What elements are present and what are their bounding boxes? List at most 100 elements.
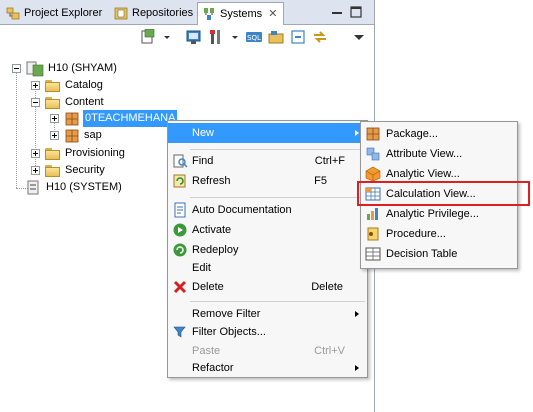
menu-item-label: Decision Table	[386, 248, 458, 260]
tree-node-label: sap	[84, 129, 102, 141]
tab-label: Systems	[220, 8, 263, 20]
chevron-right-icon	[355, 130, 359, 136]
collapse-toggle[interactable]	[31, 98, 40, 107]
submenu-item-analytic-privilege[interactable]: Analytic Privilege...	[361, 204, 517, 224]
expand-toggle[interactable]	[31, 166, 40, 175]
analytic-view-icon	[365, 166, 381, 182]
tree-node-root[interactable]: H10 (SHYAM)	[12, 60, 117, 77]
tab-label: Project Explorer	[24, 7, 103, 19]
submenu-item-procedure[interactable]: Procedure...	[361, 224, 517, 244]
menu-item-edit[interactable]: Edit	[168, 258, 367, 278]
menu-item-label: Refactor	[192, 362, 234, 374]
menu-item-remove-filter[interactable]: Remove Filter	[168, 304, 367, 324]
menu-item-shortcut: Ctrl+F	[314, 155, 345, 167]
tree-node-label: Catalog	[65, 79, 103, 91]
menu-item-label: Procedure...	[386, 228, 446, 240]
annotation-highlight-box	[357, 181, 530, 206]
tab-systems[interactable]: Systems ✕	[197, 2, 285, 25]
tree-node-security[interactable]: Security	[31, 162, 105, 179]
filter-icon	[173, 326, 186, 338]
delete-icon	[173, 280, 187, 294]
decision-table-icon	[365, 247, 381, 261]
menu-item-label: New	[192, 127, 215, 139]
menu-item-label: Auto Documentation	[192, 204, 292, 216]
chevron-right-icon	[355, 311, 359, 317]
tree-node-label: Provisioning	[65, 147, 125, 159]
expand-toggle[interactable]	[31, 149, 40, 158]
documentation-icon	[174, 202, 186, 218]
sql-icon[interactable]: SQL	[246, 29, 262, 45]
menu-item-shortcut: Delete	[311, 281, 343, 293]
tree-node-label: Security	[65, 164, 105, 176]
folder-icon	[45, 147, 61, 160]
menu-item-filter-objects[interactable]: Filter Objects...	[168, 322, 367, 342]
view-menu-icon[interactable]	[354, 35, 364, 40]
tree-node-root2[interactable]: H10 (SYSTEM)	[26, 179, 122, 196]
submenu-item-attribute-view[interactable]: Attribute View...	[361, 144, 517, 164]
redeploy-icon	[173, 243, 187, 257]
tab-label: Repositories	[132, 7, 194, 19]
close-icon[interactable]: ✕	[268, 4, 277, 24]
menu-item-redeploy[interactable]: Redeploy	[168, 240, 367, 260]
folder-icon	[45, 79, 61, 92]
tab-project-explorer[interactable]: Project Explorer	[2, 3, 108, 23]
tools-icon[interactable]	[208, 29, 224, 45]
menu-separator	[190, 197, 365, 198]
menu-item-refresh[interactable]: Refresh F5	[168, 171, 367, 191]
context-menu: New Find Ctrl+F Refresh F5 Auto Document…	[167, 120, 368, 378]
svg-text:SQL: SQL	[247, 34, 261, 42]
menu-item-label: Refresh	[192, 175, 231, 187]
folder-icon	[45, 164, 61, 177]
link-with-editor-icon[interactable]	[312, 29, 328, 45]
new-system-icon[interactable]	[140, 29, 156, 45]
menu-item-new[interactable]: New	[168, 123, 367, 143]
menu-item-auto-documentation[interactable]: Auto Documentation	[168, 200, 367, 220]
chevron-down-icon[interactable]	[164, 36, 170, 39]
folder-icon	[45, 96, 61, 109]
repositories-icon	[114, 6, 128, 20]
systems-icon	[202, 7, 216, 21]
tree-node-content[interactable]: Content	[31, 94, 104, 111]
system-icon	[26, 61, 44, 76]
tab-repositories[interactable]: Repositories	[110, 3, 199, 23]
project-explorer-icon	[6, 6, 20, 20]
minimize-icon[interactable]	[331, 6, 343, 18]
tree-node-package-sap[interactable]: sap	[50, 127, 102, 144]
sql-console-system-icon[interactable]	[186, 29, 202, 45]
tree-node-label: H10 (SHYAM)	[48, 62, 117, 74]
menu-item-activate[interactable]: Activate	[168, 220, 367, 240]
refresh-icon	[173, 174, 186, 188]
menu-item-label: Package...	[386, 128, 438, 140]
expand-toggle[interactable]	[31, 81, 40, 90]
submenu-item-decision-table[interactable]: Decision Table	[361, 244, 517, 264]
expand-toggle[interactable]	[50, 114, 59, 123]
tree-line	[16, 72, 17, 188]
chevron-down-icon[interactable]	[232, 36, 238, 39]
attribute-view-icon	[366, 147, 380, 161]
procedure-icon	[367, 227, 379, 241]
menu-item-shortcut: F5	[314, 175, 327, 187]
menu-item-label: Filter Objects...	[192, 326, 266, 338]
view-tab-bar: Project Explorer Repositories Systems ✕	[0, 0, 374, 25]
menu-item-refactor[interactable]: Refactor	[168, 358, 367, 378]
tree-node-catalog[interactable]: Catalog	[31, 77, 103, 94]
package-icon	[65, 112, 79, 125]
activate-icon	[173, 223, 187, 237]
menu-separator	[190, 149, 365, 150]
chevron-right-icon	[355, 365, 359, 371]
tree-node-label: 0TEACHMEHANA	[83, 110, 178, 127]
open-folder-icon[interactable]	[268, 29, 284, 45]
tree-node-provisioning[interactable]: Provisioning	[31, 145, 125, 162]
tree-node-package-0teachmehana[interactable]: 0TEACHMEHANA	[50, 110, 178, 127]
menu-item-find[interactable]: Find Ctrl+F	[168, 151, 367, 171]
menu-item-label: Delete	[192, 281, 224, 293]
expand-toggle[interactable]	[50, 131, 59, 140]
view-toolbar: SQL	[0, 25, 374, 49]
maximize-icon[interactable]	[350, 6, 362, 18]
submenu-item-package[interactable]: Package...	[361, 124, 517, 144]
menu-item-delete[interactable]: Delete Delete	[168, 277, 367, 297]
find-icon	[173, 154, 188, 168]
collapse-all-icon[interactable]	[290, 29, 306, 45]
tree-node-label: Content	[65, 96, 104, 108]
collapse-toggle[interactable]	[12, 64, 21, 73]
